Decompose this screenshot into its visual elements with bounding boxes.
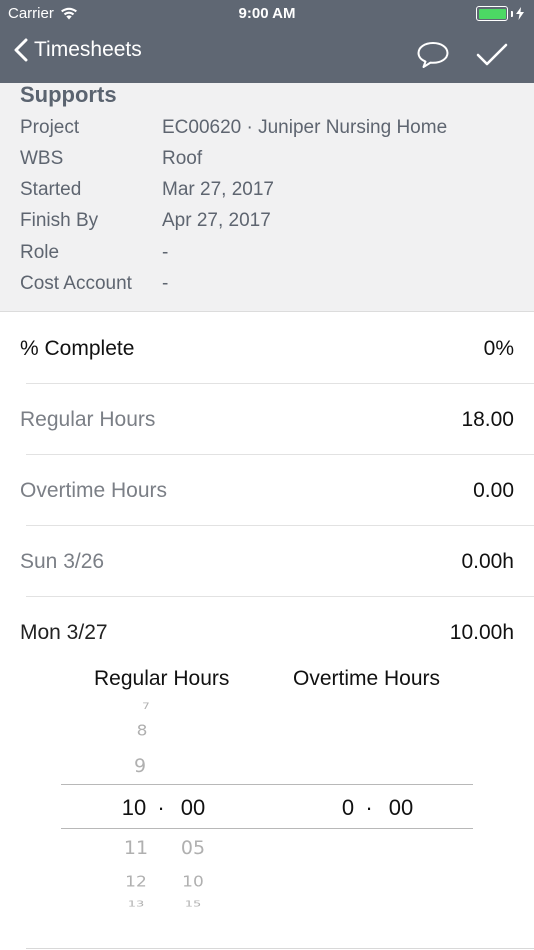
back-button[interactable]: Timesheets — [14, 38, 142, 62]
picker-separator: · — [365, 795, 373, 820]
detail-label: Started — [20, 179, 82, 200]
battery-icon — [476, 6, 508, 21]
activity-details: Supports Project EC00620 · Juniper Nursi… — [0, 82, 534, 312]
speech-bubble-icon — [417, 42, 449, 68]
row-label: Regular Hours — [20, 408, 156, 431]
row-value: 10.00h — [449, 621, 514, 644]
done-button[interactable] — [474, 38, 510, 72]
day-row-sun[interactable]: Sun 3/26 0.00h — [0, 526, 534, 597]
back-button-label: Timesheets — [34, 38, 142, 61]
detail-label: Finish By — [20, 210, 99, 231]
battery-indicator — [476, 6, 524, 21]
picker-header-overtime: Overtime Hours — [293, 667, 441, 690]
picker-header-regular: Regular Hours — [94, 667, 230, 690]
charging-bolt-icon — [516, 7, 524, 20]
overtime-hours-row: Overtime Hours 0.00 — [0, 455, 534, 526]
picker-selected-value[interactable]: 00 — [170, 795, 216, 821]
row-label: Mon 3/27 — [20, 621, 108, 644]
row-value: 0% — [483, 337, 514, 360]
detail-label: Project — [20, 117, 80, 138]
picker-separator: · — [157, 795, 165, 820]
row-value: 18.00 — [461, 408, 514, 431]
picker-option[interactable]: 05 — [170, 837, 216, 859]
checkmark-icon — [476, 43, 508, 66]
row-label: % Complete — [20, 337, 135, 360]
regular-hours-row: Regular Hours 18.00 — [0, 384, 534, 455]
picker-option[interactable]: 7 — [120, 701, 172, 711]
detail-value: EC00620 · Juniper Nursing Home — [162, 117, 448, 138]
clock: 9:00 AM — [238, 5, 296, 22]
picker-option[interactable]: 10 — [170, 873, 216, 891]
row-label: Overtime Hours — [20, 479, 168, 502]
row-value: 0.00 — [473, 479, 514, 502]
picker-option[interactable]: 13 — [114, 900, 158, 909]
picker-selection-top-line — [61, 784, 473, 785]
status-bar: Carrier 9:00 AM — [0, 0, 534, 28]
detail-value: Mar 27, 2017 — [162, 179, 274, 200]
picker-option[interactable]: 11 — [114, 837, 158, 859]
percent-complete-row[interactable]: % Complete 0% — [0, 313, 534, 384]
row-divider — [26, 948, 534, 949]
row-label: Sun 3/26 — [20, 550, 105, 573]
top-bar: Carrier 9:00 AM Timesheets — [0, 0, 534, 83]
navigation-bar: Timesheets — [0, 28, 534, 83]
picker-selected-value[interactable]: 00 — [378, 795, 424, 821]
chevron-left-icon — [14, 38, 28, 62]
detail-label: WBS — [20, 148, 64, 169]
picker-option[interactable]: 9 — [120, 755, 160, 777]
picker-option[interactable]: 15 — [170, 900, 216, 909]
picker-selection-bottom-line — [61, 828, 473, 829]
detail-label: Cost Account — [20, 273, 132, 294]
detail-value: - — [162, 273, 169, 294]
detail-value: Apr 27, 2017 — [162, 210, 271, 231]
day-row-mon[interactable]: Mon 3/27 10.00h — [0, 597, 534, 668]
activity-title: Supports — [20, 82, 117, 107]
picker-option[interactable]: 12 — [114, 873, 158, 891]
row-value: 0.00h — [461, 550, 514, 573]
picker-selected-value[interactable]: 10 — [112, 795, 156, 821]
detail-value: - — [162, 242, 169, 263]
detail-value: Roof — [162, 148, 203, 169]
picker-option[interactable]: 8 — [120, 722, 164, 740]
comment-button[interactable] — [415, 38, 451, 72]
detail-label: Role — [20, 242, 60, 263]
